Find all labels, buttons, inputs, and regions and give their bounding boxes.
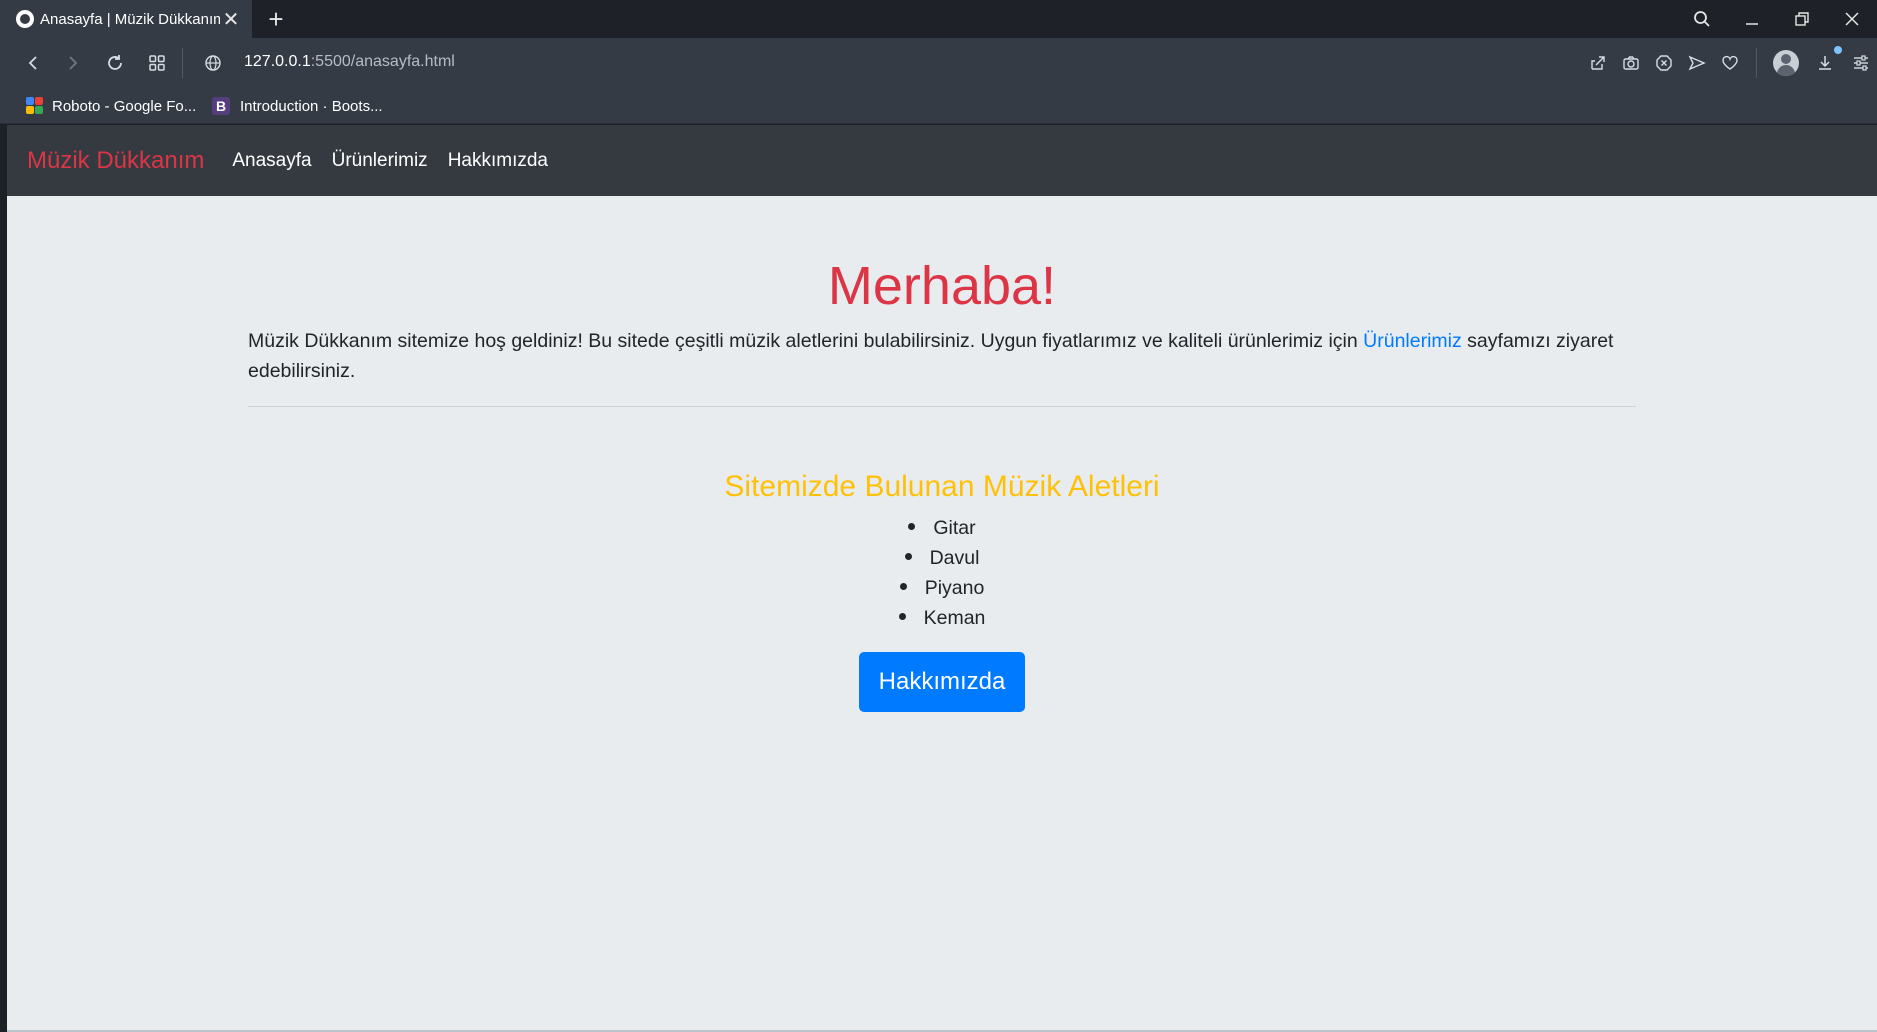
bookmark-roboto[interactable]: Roboto - Google Fo... (26, 94, 196, 118)
address-divider (182, 48, 183, 78)
browser-tab-active[interactable]: Anasayfa | Müzik Dükkanım ✕ (0, 0, 252, 38)
tab-close-icon[interactable]: ✕ (220, 7, 242, 32)
close-window-icon[interactable] (1827, 0, 1877, 38)
new-tab-button[interactable]: + (262, 4, 290, 34)
toolbar-right-icons (1581, 46, 1877, 80)
site-info-globe-icon[interactable] (196, 46, 230, 80)
camera-icon[interactable] (1614, 46, 1647, 80)
list-item: Piyano (248, 573, 1636, 603)
bookmarks-bar: Roboto - Google Fo... B Introduction · B… (0, 88, 1877, 124)
lead-text-start: Müzik Dükkanım sitemize hoş geldiniz! Bu… (248, 330, 1364, 352)
page-viewport: Müzik Dükkanım Anasayfa Ürünlerimiz Hakk… (7, 125, 1877, 1032)
heart-icon[interactable] (1713, 46, 1746, 80)
instrument-label: Keman (923, 607, 986, 629)
globe-icon (16, 10, 34, 28)
list-item: Keman (248, 603, 1636, 633)
forward-arrow-icon[interactable] (56, 46, 90, 80)
main-container: Merhaba! Müzik Dükkanım sitemize hoş gel… (248, 196, 1636, 712)
download-icon[interactable] (1806, 46, 1844, 80)
about-button[interactable]: Hakkımızda (858, 652, 1026, 712)
settings-sliders-icon[interactable] (1844, 46, 1877, 80)
tab-title: Anasayfa | Müzik Dükkanım (40, 10, 220, 28)
bookmark-bootstrap[interactable]: B Introduction · Boots... (212, 94, 383, 118)
browser-address-bar: 127.0.0.1:5500/anasayfa.html (0, 38, 1877, 88)
back-arrow-icon[interactable] (16, 46, 50, 80)
nav-link-urunlerimiz[interactable]: Ürünlerimiz (332, 150, 428, 172)
bookmark-label: Roboto - Google Fo... (52, 97, 197, 115)
instrument-list: Gitar Davul Piyano Keman (248, 513, 1636, 633)
bullet-icon (899, 583, 907, 591)
navbar-brand[interactable]: Müzik Dükkanım (27, 147, 204, 175)
bootstrap-icon: B (212, 97, 230, 115)
minimize-icon[interactable] (1727, 0, 1777, 38)
google-fonts-icon (26, 97, 44, 115)
instrument-label: Piyano (924, 577, 985, 599)
instrument-label: Gitar (933, 517, 976, 539)
browser-titlebar: Anasayfa | Müzik Dükkanım ✕ + (0, 0, 1877, 38)
bookmark-label: Introduction · Boots... (240, 97, 383, 115)
url-path: :5500/anasayfa.html (310, 53, 455, 70)
button-wrapper: Hakkımızda (248, 652, 1636, 712)
list-item: Gitar (248, 513, 1636, 543)
url-field[interactable]: 127.0.0.1:5500/anasayfa.html (244, 53, 455, 71)
adblock-icon[interactable] (1647, 46, 1680, 80)
url-host: 127.0.0.1 (244, 53, 311, 70)
share-icon[interactable] (1581, 46, 1614, 80)
instrument-label: Davul (929, 547, 980, 569)
welcome-paragraph: Müzik Dükkanım sitemize hoş geldiniz! Bu… (248, 326, 1636, 386)
bullet-icon (904, 553, 912, 561)
site-navbar: Müzik Dükkanım Anasayfa Ürünlerimiz Hakk… (7, 125, 1877, 196)
speed-dial-icon[interactable] (140, 46, 174, 80)
profile-avatar-icon[interactable] (1766, 46, 1806, 80)
hero-title: Merhaba! (827, 256, 1057, 316)
send-icon[interactable] (1680, 46, 1713, 80)
download-badge (1834, 46, 1842, 54)
nav-link-anasayfa[interactable]: Anasayfa (232, 150, 311, 172)
list-item: Davul (248, 543, 1636, 573)
window-controls (1677, 0, 1877, 38)
restore-icon[interactable] (1777, 0, 1827, 38)
reload-icon[interactable] (98, 46, 132, 80)
search-icon[interactable] (1677, 0, 1727, 38)
bullet-icon (898, 613, 906, 621)
products-link[interactable]: Ürünlerimiz (1363, 330, 1462, 352)
divider (248, 406, 1636, 407)
nav-link-hakkimizda[interactable]: Hakkımızda (448, 150, 548, 172)
bullet-icon (908, 523, 916, 531)
toolbar-divider (1746, 46, 1766, 80)
instruments-heading: Sitemizde Bulunan Müzik Aletleri (724, 470, 1160, 503)
window-left-edge (0, 125, 7, 1032)
